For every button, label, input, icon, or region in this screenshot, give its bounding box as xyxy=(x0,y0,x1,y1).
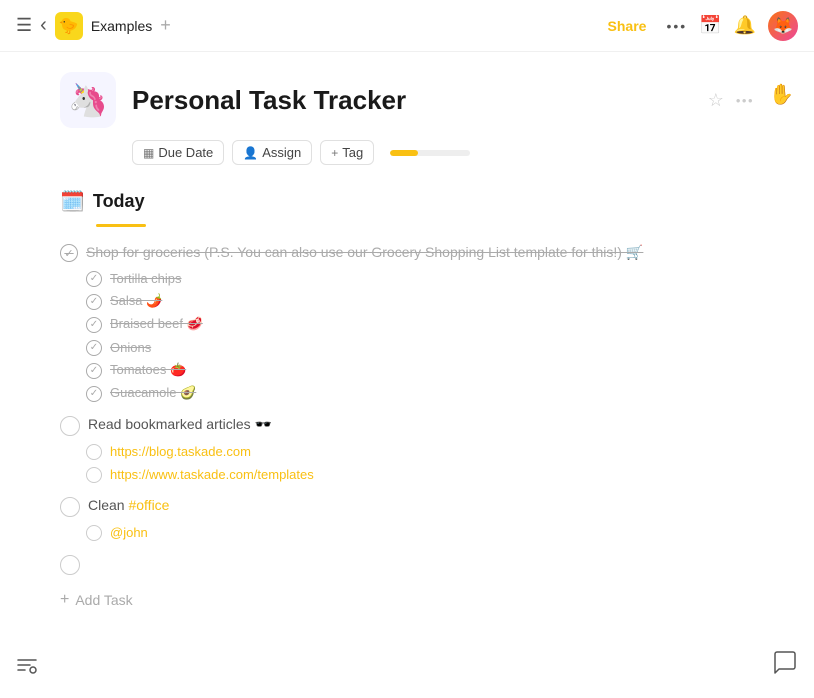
subtask-checkbox[interactable]: ✓ xyxy=(86,294,102,310)
add-workspace-icon[interactable]: + xyxy=(160,15,171,36)
subtask-checkbox[interactable]: ✓ xyxy=(86,271,102,287)
task-checkbox[interactable]: ✓ xyxy=(60,244,78,262)
task-list: ✓ Shop for groceries (P.S. You can also … xyxy=(60,239,754,579)
add-task-row[interactable]: + Add Task xyxy=(60,583,754,617)
plus-tag-icon: + xyxy=(331,146,338,160)
nav-left: ☰ ‹ 🐤 Examples + xyxy=(16,12,171,40)
hashtag: #office xyxy=(128,497,169,513)
subtask-text: Tomatoes 🍅 xyxy=(110,362,186,378)
section-header: 🗓️ Today xyxy=(60,189,754,214)
assign-button[interactable]: 👤 Assign xyxy=(232,140,312,165)
filter-icon[interactable] xyxy=(16,654,38,682)
subtask-checkbox[interactable] xyxy=(86,525,102,541)
task-item xyxy=(60,550,754,579)
nav-right: Share ••• 📅 🔔 🦊 xyxy=(600,11,798,41)
page-header: 🦄 Personal Task Tracker ☆ ••• xyxy=(60,72,754,128)
task-item: ✓ Shop for groceries (P.S. You can also … xyxy=(60,239,754,267)
subtask-checkbox[interactable]: ✓ xyxy=(86,363,102,379)
subtask-text: Guacamole 🥑 xyxy=(110,385,196,401)
subtask-text: Tortilla chips xyxy=(110,271,182,286)
top-nav: ☰ ‹ 🐤 Examples + Share ••• 📅 🔔 🦊 xyxy=(0,0,814,52)
task-checkbox[interactable] xyxy=(60,416,80,436)
subtask-text: Onions xyxy=(110,340,151,355)
page-title: Personal Task Tracker xyxy=(132,85,708,116)
chat-icon[interactable] xyxy=(772,650,798,682)
section-underline xyxy=(96,224,146,227)
hand-cursor-icon: ✋ xyxy=(769,82,794,107)
subtask-item: ✓ Onions xyxy=(86,336,754,359)
subtask-list: ✓ Tortilla chips ✓ Salsa 🌶️ ✓ Braised be… xyxy=(60,267,754,405)
subtask-item: ✓ Braised beef 🥩 xyxy=(86,313,754,336)
link-item[interactable]: https://www.taskade.com/templates xyxy=(110,467,314,482)
workspace-icon[interactable]: 🐤 xyxy=(55,12,83,40)
calendar-icon[interactable]: 📅 xyxy=(699,15,721,36)
progress-fill xyxy=(390,150,418,156)
section-title: Today xyxy=(93,191,145,212)
calendar-small-icon: ▦ xyxy=(143,146,154,160)
tag-button[interactable]: + Tag xyxy=(320,140,374,165)
subtask-item: https://blog.taskade.com xyxy=(86,440,754,463)
subtask-checkbox[interactable] xyxy=(86,467,102,483)
menu-icon[interactable]: ☰ xyxy=(16,15,32,36)
subtask-text: Braised beef 🥩 xyxy=(110,316,203,332)
back-icon[interactable]: ‹ xyxy=(40,14,47,37)
more-options-icon[interactable]: ••• xyxy=(666,18,687,34)
subtask-list: https://blog.taskade.com https://www.tas… xyxy=(60,440,754,486)
page-icon: 🦄 xyxy=(60,72,116,128)
subtask-list: @john xyxy=(60,521,754,544)
due-date-button[interactable]: ▦ Due Date xyxy=(132,140,224,165)
add-task-plus-icon: + xyxy=(60,591,69,609)
subtask-item: ✓ Guacamole 🥑 xyxy=(86,382,754,405)
avatar[interactable]: 🦊 xyxy=(768,11,798,41)
bell-icon[interactable]: 🔔 xyxy=(734,15,756,36)
page-actions: ☆ ••• xyxy=(708,90,754,111)
progress-track xyxy=(390,150,470,156)
mention-text: @john xyxy=(110,525,148,540)
subtask-checkbox[interactable]: ✓ xyxy=(86,386,102,402)
subtask-item: ✓ Salsa 🌶️ xyxy=(86,290,754,313)
page-more-icon[interactable]: ••• xyxy=(736,93,754,108)
share-button[interactable]: Share xyxy=(600,14,655,38)
task-checkbox[interactable] xyxy=(60,555,80,575)
subtask-item: ✓ Tortilla chips xyxy=(86,267,754,290)
workspace-name: Examples xyxy=(91,18,152,34)
subtask-item: https://www.taskade.com/templates xyxy=(86,463,754,486)
task-text: Shop for groceries (P.S. You can also us… xyxy=(86,243,754,263)
subtask-item: ✓ Tomatoes 🍅 xyxy=(86,359,754,382)
main-content: ✋ 🦄 Personal Task Tracker ☆ ••• ▦ Due Da… xyxy=(0,52,814,698)
task-checkbox[interactable] xyxy=(60,497,80,517)
task-item: Read bookmarked articles 🕶️ xyxy=(60,411,754,440)
add-task-label: Add Task xyxy=(75,592,132,608)
task-text: Clean #office xyxy=(88,496,754,516)
link-item[interactable]: https://blog.taskade.com xyxy=(110,444,251,459)
subtask-checkbox[interactable]: ✓ xyxy=(86,317,102,333)
subtask-text: Salsa 🌶️ xyxy=(110,293,162,309)
star-icon[interactable]: ☆ xyxy=(708,90,724,111)
subtask-item: @john xyxy=(86,521,754,544)
subtask-checkbox[interactable]: ✓ xyxy=(86,340,102,356)
person-icon: 👤 xyxy=(243,146,258,160)
progress-bar xyxy=(390,150,470,156)
task-item: Clean #office xyxy=(60,492,754,521)
toolbar: ▦ Due Date 👤 Assign + Tag xyxy=(60,140,754,165)
subtask-checkbox[interactable] xyxy=(86,444,102,460)
task-text: Read bookmarked articles 🕶️ xyxy=(88,415,754,435)
section-emoji: 🗓️ xyxy=(60,189,85,214)
